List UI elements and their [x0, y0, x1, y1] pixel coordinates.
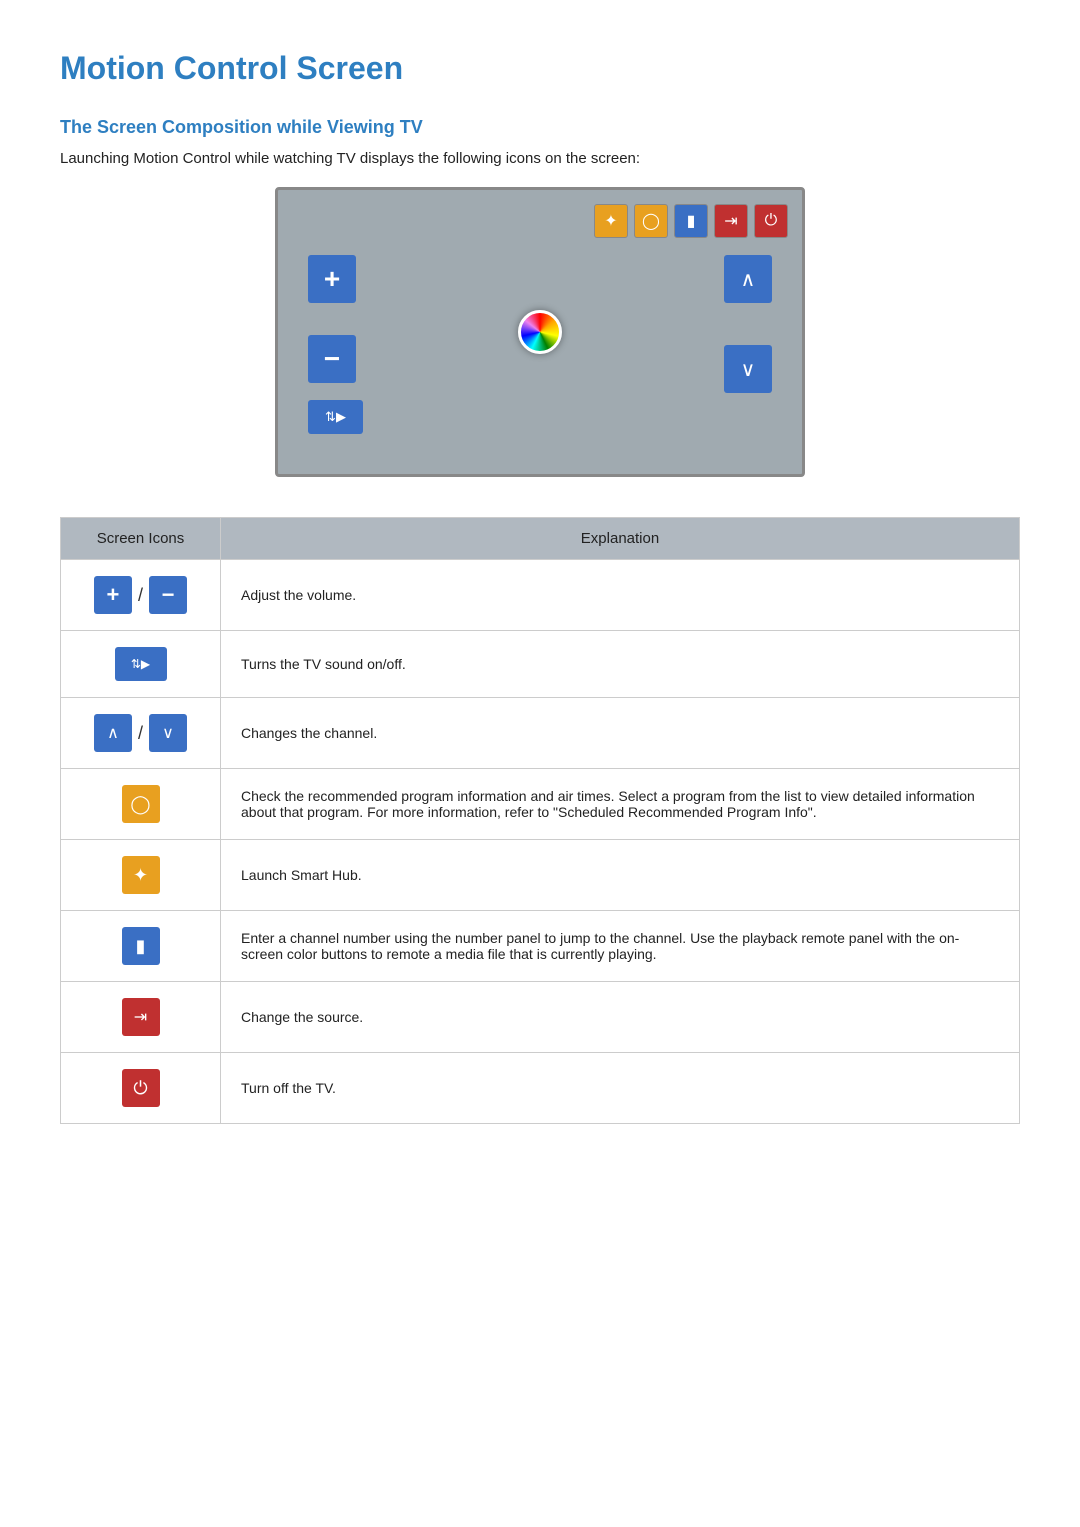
intro-text: Launching Motion Control while watching …: [60, 150, 1020, 167]
icons-table: Screen Icons Explanation + / − Adjust th…: [60, 517, 1020, 1124]
ch-down-icon: ∨: [149, 714, 187, 752]
table-row: ⇅▶ Turns the TV sound on/off.: [61, 631, 1020, 698]
explanation-cell-recommended: Check the recommended program informatio…: [221, 769, 1020, 840]
smarthub-icon-tv: ✦: [594, 204, 628, 238]
channel-icons: ∧ / ∨: [94, 714, 187, 752]
explanation-cell-power: Turn off the TV.: [221, 1053, 1020, 1124]
icon-cell-mute: ⇅▶: [61, 631, 221, 698]
recommended-icon: ◯: [122, 785, 160, 823]
power-icon: ⏻: [122, 1069, 160, 1107]
explanation-cell-mute: Turns the TV sound on/off.: [221, 631, 1020, 698]
ch-down-icon-tv: ∨: [724, 345, 772, 393]
table-row: ▮ Enter a channel number using the numbe…: [61, 911, 1020, 982]
icon-cell-vol: + / −: [61, 560, 221, 631]
vol-plus-icon-tv: +: [308, 255, 356, 303]
separator: /: [138, 723, 143, 744]
smarthub-icon: ✦: [122, 856, 160, 894]
power-icon-tv: ⏻: [754, 204, 788, 238]
table-row: ∧ / ∨ Changes the channel.: [61, 698, 1020, 769]
table-header-row: Screen Icons Explanation: [61, 518, 1020, 560]
explanation-cell-channel: Changes the channel.: [221, 698, 1020, 769]
section-heading: The Screen Composition while Viewing TV: [60, 117, 1020, 138]
explanation-cell-source: Change the source.: [221, 982, 1020, 1053]
explanation-cell-smarthub: Launch Smart Hub.: [221, 840, 1020, 911]
icon-cell-source: ⇥: [61, 982, 221, 1053]
vol-plus-icon: +: [94, 576, 132, 614]
tv-top-icons: ✦ ◯ ▮ ⇥ ⏻: [594, 204, 788, 238]
page-title: Motion Control Screen: [60, 50, 1020, 87]
source-icon: ⇥: [122, 998, 160, 1036]
icon-cell-power: ⏻: [61, 1053, 221, 1124]
keypad-icon-tv: ▮: [674, 204, 708, 238]
explanation-cell-vol: Adjust the volume.: [221, 560, 1020, 631]
icon-cell-keypad: ▮: [61, 911, 221, 982]
keypad-icon: ▮: [122, 927, 160, 965]
icon-cell-channel: ∧ / ∨: [61, 698, 221, 769]
tv-screen-mockup: ✦ ◯ ▮ ⇥ ⏻ + − ⇅▶ ∧ ∨: [275, 187, 805, 477]
col-header-icons: Screen Icons: [61, 518, 221, 560]
mute-icon-tv: ⇅▶: [308, 400, 363, 434]
vol-minus-icon: −: [149, 576, 187, 614]
separator: /: [138, 585, 143, 606]
vol-minus-icon-tv: −: [308, 335, 356, 383]
table-row: + / − Adjust the volume.: [61, 560, 1020, 631]
col-header-explanation: Explanation: [221, 518, 1020, 560]
recommended-icon-tv: ◯: [634, 204, 668, 238]
motion-cursor: [518, 310, 562, 354]
table-row: ⏻ Turn off the TV.: [61, 1053, 1020, 1124]
icon-cell-smarthub: ✦: [61, 840, 221, 911]
explanation-cell-keypad: Enter a channel number using the number …: [221, 911, 1020, 982]
ch-up-icon: ∧: [94, 714, 132, 752]
table-row: ◯ Check the recommended program informat…: [61, 769, 1020, 840]
table-row: ✦ Launch Smart Hub.: [61, 840, 1020, 911]
source-icon-tv: ⇥: [714, 204, 748, 238]
vol-icons: + / −: [94, 576, 187, 614]
table-row: ⇥ Change the source.: [61, 982, 1020, 1053]
icon-cell-recommended: ◯: [61, 769, 221, 840]
ch-up-icon-tv: ∧: [724, 255, 772, 303]
mute-icon: ⇅▶: [115, 647, 167, 681]
